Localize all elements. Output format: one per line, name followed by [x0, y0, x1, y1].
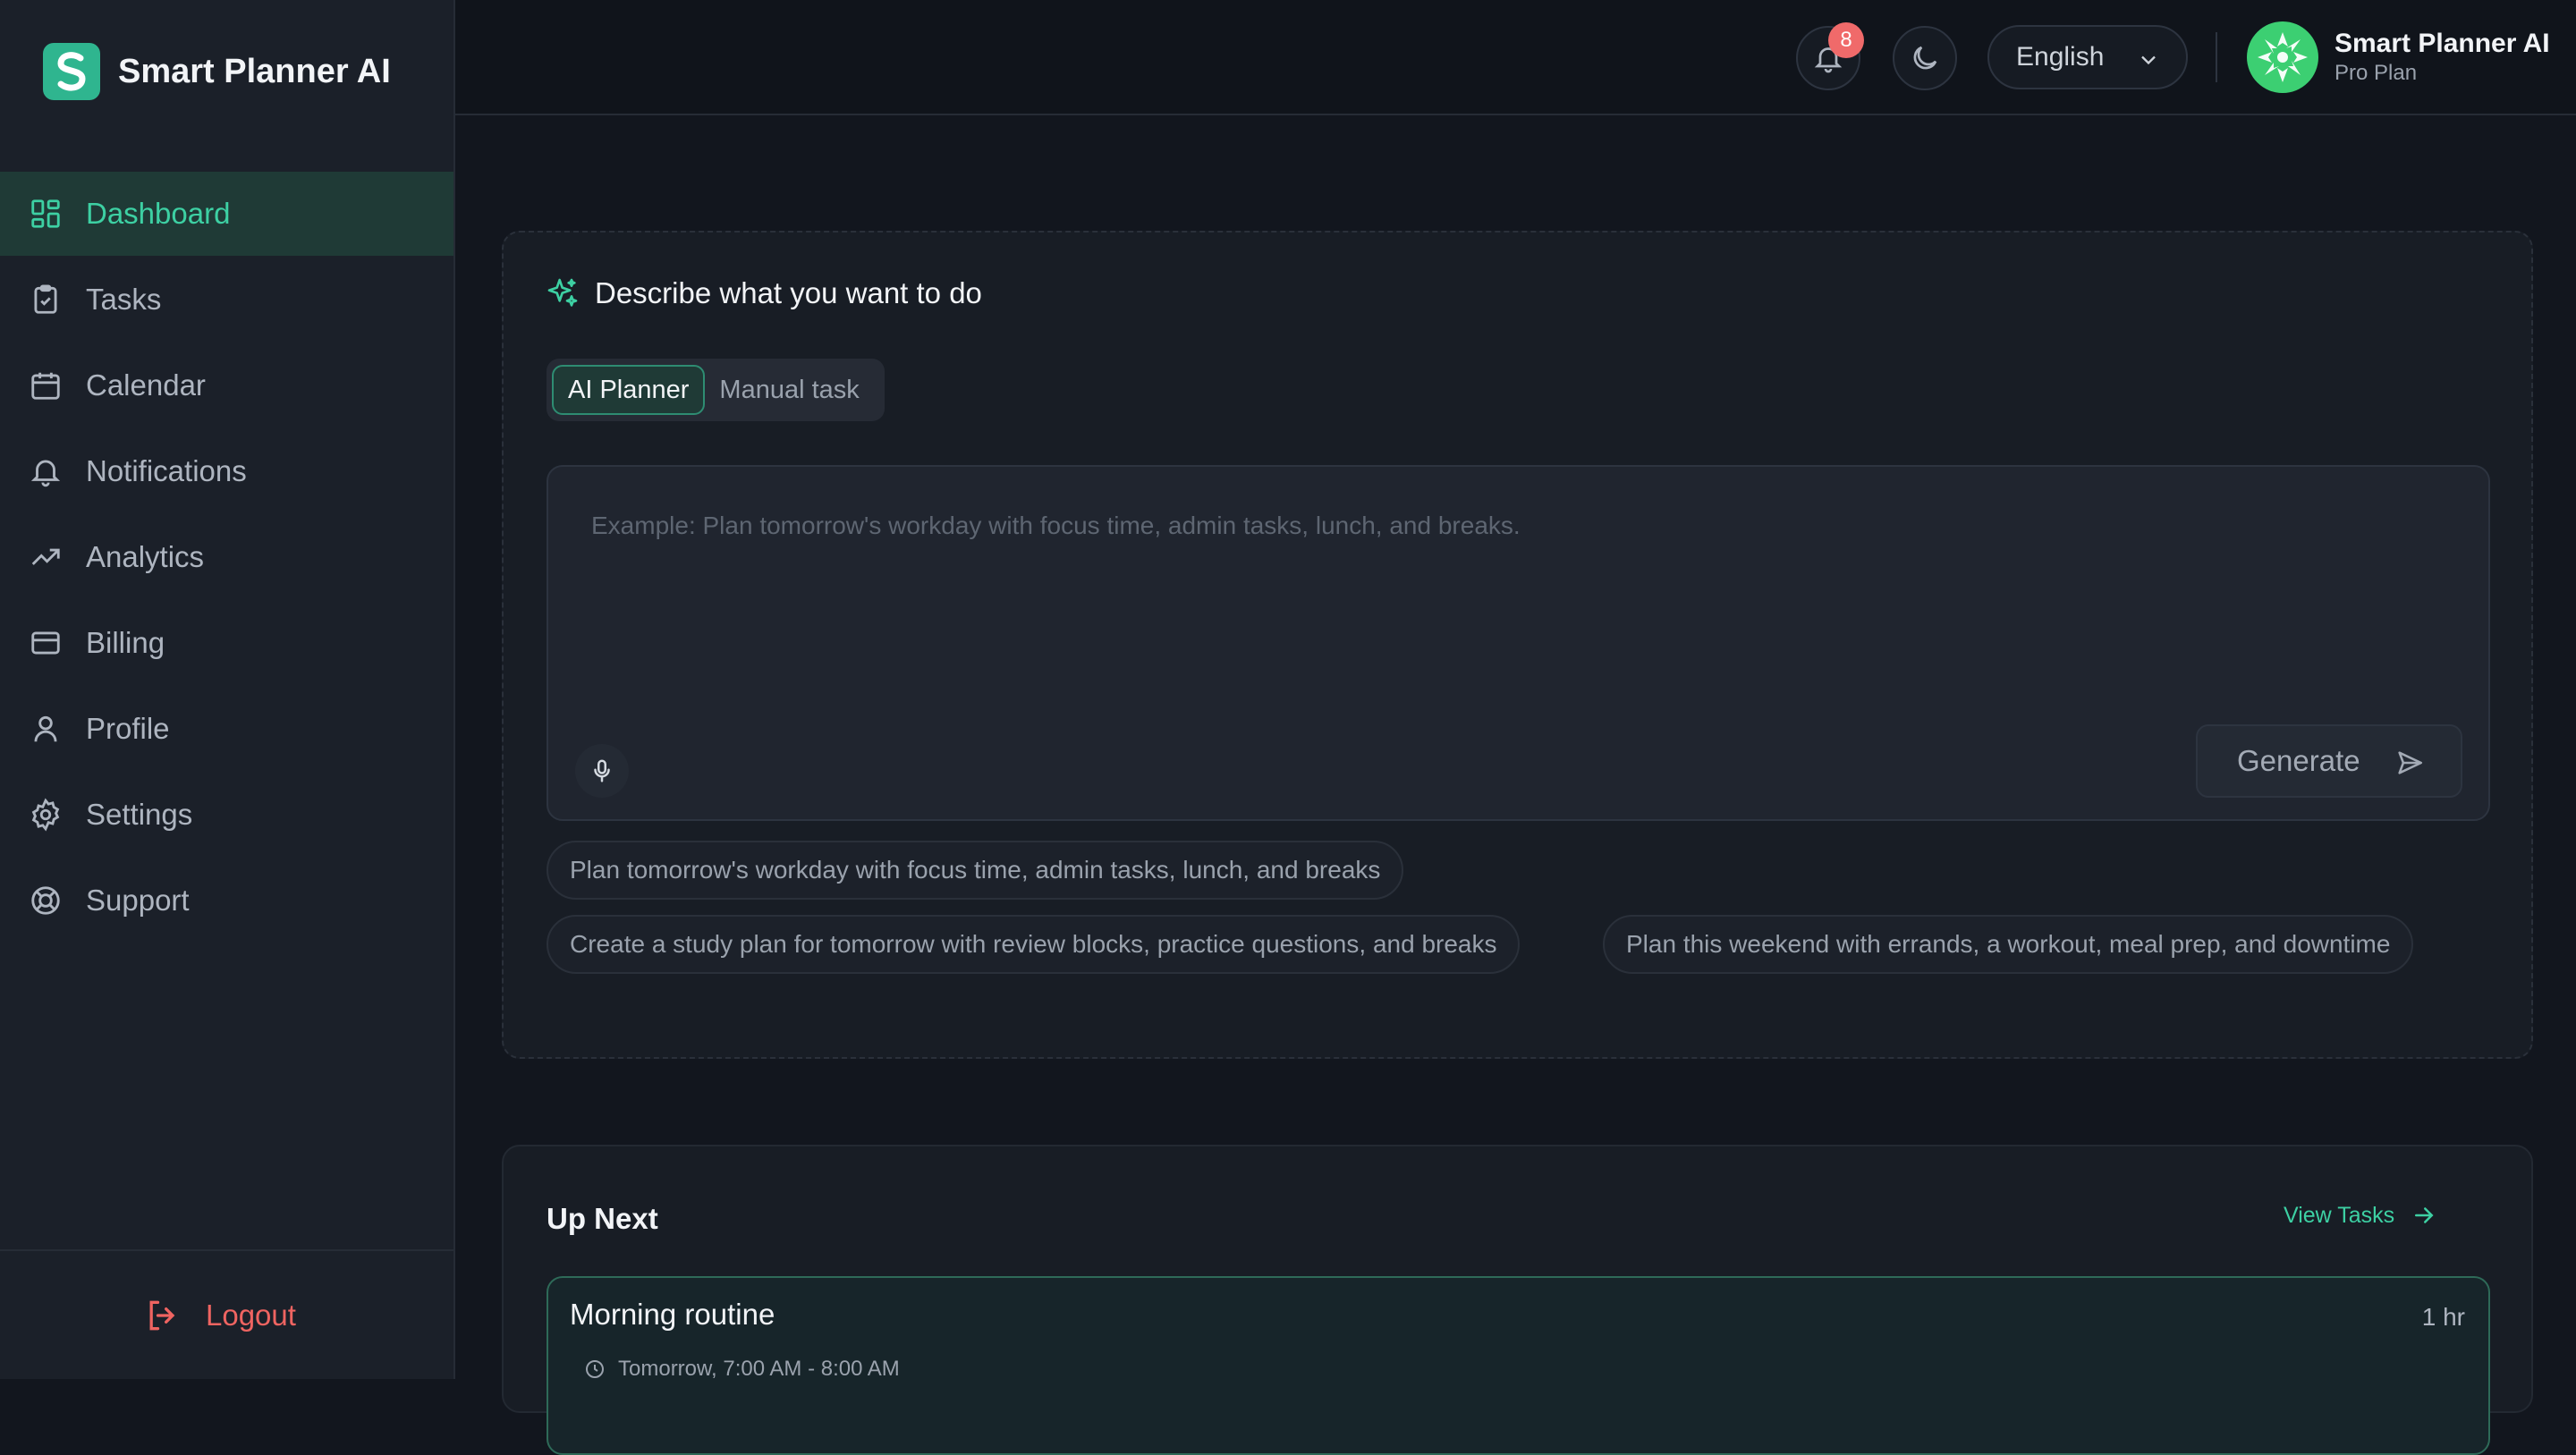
task-time: Tomorrow, 7:00 AM - 8:00 AM [584, 1357, 900, 1382]
sidebar-item-analytics[interactable]: Analytics [0, 515, 453, 599]
task-duration: 1 hr [2421, 1303, 2465, 1331]
sidebar-item-billing[interactable]: Billing [0, 601, 453, 685]
sidebar-item-label: Billing [86, 626, 165, 659]
sidebar-item-label: Profile [86, 712, 170, 745]
sidebar-item-dashboard[interactable]: Dashboard [0, 172, 453, 256]
calendar-icon [31, 372, 60, 400]
up-next-card: Up Next View Tasks Morning routine 1 hr … [502, 1145, 2533, 1455]
suggestion-chip[interactable]: Plan this weekend with errands, a workou… [1603, 915, 2414, 974]
dashboard-icon [31, 199, 60, 228]
bell-icon [30, 460, 61, 487]
brand[interactable]: Smart Planner AI [43, 43, 391, 100]
user-plan: Pro Plan [2334, 61, 2418, 85]
prompt-placeholder: Example: Plan tomorrow's workday with fo… [591, 512, 1521, 539]
user-name: Smart Planner AI [2334, 29, 2550, 58]
planner-mode-tabs: AI Planner Manual task [547, 359, 885, 421]
generate-label: Generate [2237, 744, 2360, 777]
sidebar-nav: Dashboard Tasks Calendar Notifications A… [0, 172, 453, 944]
sidebar-item-label: Notifications [86, 454, 247, 487]
language-select[interactable]: English [1987, 25, 2188, 89]
logout-button[interactable]: Logout [143, 1296, 296, 1335]
sidebar: Smart Planner AI Dashboard Tasks Calenda… [0, 0, 455, 1379]
suggestion-chip[interactable]: Create a study plan for tomorrow with re… [547, 915, 1521, 974]
voice-input-button[interactable] [575, 744, 629, 798]
user-icon [34, 715, 57, 742]
notifications-button[interactable]: 8 [1796, 22, 1864, 90]
trending-up-icon [31, 548, 60, 565]
sidebar-item-notifications[interactable]: Notifications [0, 429, 453, 513]
sidebar-item-label: Calendar [86, 368, 206, 402]
planner-title: Describe what you want to do [595, 276, 982, 309]
language-value: English [2016, 42, 2105, 72]
sidebar-item-label: Support [86, 884, 190, 917]
logout-label: Logout [206, 1299, 296, 1332]
header-divider [2216, 32, 2217, 82]
clock-icon [586, 1360, 604, 1378]
credit-card-icon [31, 631, 60, 655]
sparkles-icon [547, 278, 578, 307]
sidebar-item-support[interactable]: Support [0, 859, 453, 943]
task-title: Morning routine [570, 1298, 775, 1331]
planner-card: Describe what you want to do AI Planner … [502, 231, 2533, 1059]
clipboard-check-icon [34, 284, 57, 314]
sidebar-item-calendar[interactable]: Calendar [0, 343, 453, 427]
sidebar-item-label: Dashboard [86, 197, 231, 230]
task-time-label: Tomorrow, 7:00 AM - 8:00 AM [618, 1357, 900, 1381]
brand-logo-icon [43, 43, 100, 100]
view-tasks-link[interactable]: View Tasks [2284, 1202, 2437, 1229]
sidebar-item-label: Tasks [86, 283, 162, 316]
lifebuoy-icon [31, 886, 60, 915]
notification-count-badge: 8 [1828, 22, 1864, 58]
sidebar-item-settings[interactable]: Settings [0, 773, 453, 857]
microphone-icon [594, 759, 610, 782]
sidebar-item-tasks[interactable]: Tasks [0, 258, 453, 342]
tab-ai-planner[interactable]: AI Planner [552, 365, 706, 415]
up-next-title: Up Next [547, 1202, 658, 1235]
sidebar-item-label: Settings [86, 798, 193, 831]
avatar [2247, 21, 2318, 93]
moon-icon [1913, 46, 1937, 70]
sidebar-item-profile[interactable]: Profile [0, 687, 453, 771]
gear-icon [31, 798, 60, 832]
chevron-down-icon [2141, 55, 2156, 65]
top-bar: 8 English Smart Planner AI Pro Plan [455, 0, 2576, 115]
planner-prompt-input[interactable]: Example: Plan tomorrow's workday with fo… [547, 465, 2490, 821]
sidebar-item-label: Analytics [86, 540, 205, 573]
send-icon [2398, 751, 2423, 774]
user-menu[interactable]: Smart Planner AI Pro Plan [2247, 21, 2550, 93]
brand-name: Smart Planner AI [118, 52, 391, 90]
generate-button[interactable]: Generate [2196, 724, 2462, 798]
task-card[interactable]: Morning routine 1 hr Tomorrow, 7:00 AM -… [547, 1276, 2490, 1455]
sidebar-footer: Logout [0, 1249, 453, 1381]
logout-icon [149, 1300, 175, 1331]
arrow-right-icon [2415, 1207, 2434, 1223]
theme-toggle-button[interactable] [1893, 26, 1957, 90]
tab-manual-task[interactable]: Manual task [705, 365, 873, 415]
view-tasks-label: View Tasks [2284, 1202, 2395, 1228]
suggestion-chip[interactable]: Plan tomorrow's workday with focus time,… [547, 841, 1404, 900]
